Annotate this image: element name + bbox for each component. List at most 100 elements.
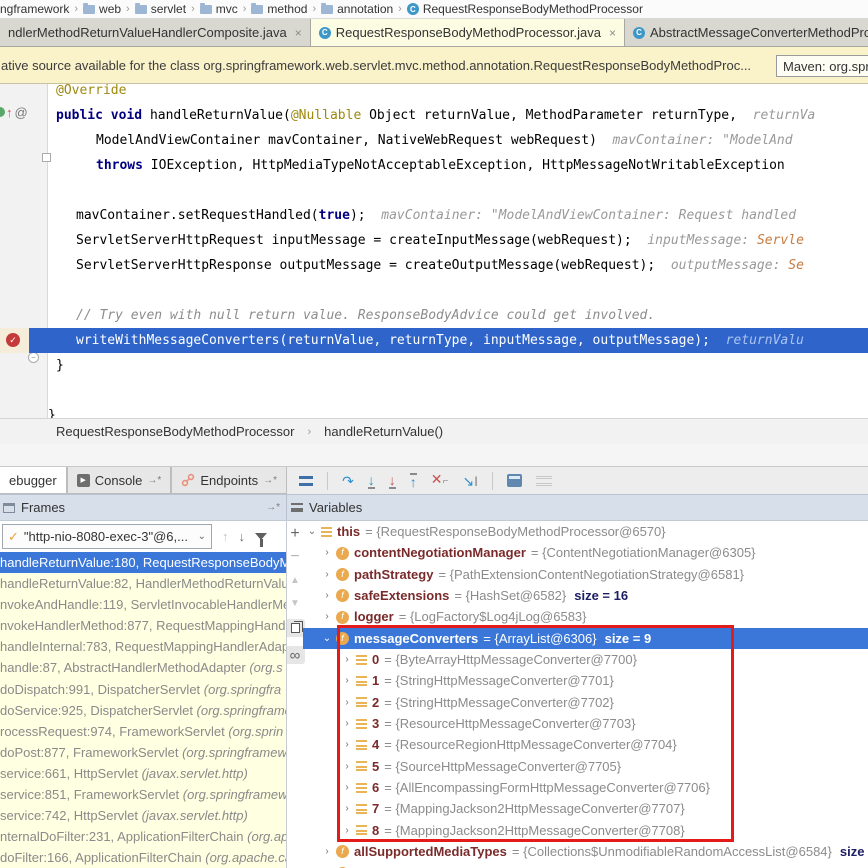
close-icon[interactable]: × [295, 26, 302, 40]
breadcrumb-item-web[interactable]: web [83, 2, 121, 16]
breadcrumb-item-servlet[interactable]: servlet [135, 2, 186, 16]
stack-frame-row[interactable]: doDispatch:991, DispatcherServlet (org.s… [0, 679, 286, 700]
breadcrumb-item-RequestResponseBodyMethodProcessor[interactable]: CRequestResponseBodyMethodProcessor [407, 2, 643, 16]
stack-frame-row[interactable]: service:661, HttpServlet (javax.servlet.… [0, 763, 286, 784]
variable-name: 0 [372, 649, 379, 670]
stack-frame-row[interactable]: nternalDoFilter:231, ApplicationFilterCh… [0, 826, 286, 847]
menu-icon[interactable] [299, 476, 313, 486]
tree-chevron-icon[interactable]: › [320, 841, 334, 862]
variable-row-6[interactable]: ›6= {AllEncompassingFormHttpMessageConve… [303, 777, 868, 798]
tab-debugger[interactable]: ebugger [0, 467, 67, 494]
tab-console[interactable]: ▶Console→* [67, 467, 172, 494]
breadcrumb-method[interactable]: handleReturnValue() [324, 424, 443, 439]
remove-watch-icon[interactable]: − [288, 550, 302, 564]
breadcrumb-item-method[interactable]: method [251, 2, 307, 16]
stack-frame-row[interactable]: service:742, HttpServlet (javax.servlet.… [0, 805, 286, 826]
evaluate-expression-icon[interactable] [507, 474, 522, 487]
frames-icon [3, 503, 15, 513]
stack-frame-row[interactable]: service:851, FrameworkServlet (org.sprin… [0, 784, 286, 805]
tree-chevron-icon[interactable]: › [340, 777, 354, 798]
stack-frame-row[interactable]: nvokeAndHandle:119, ServletInvocableHand… [0, 594, 286, 615]
drop-frame-icon[interactable]: ✕⌐ [431, 472, 449, 489]
variable-row-0[interactable]: ›0= {ByteArrayHttpMessageConverter@7700} [303, 649, 868, 670]
variable-row-1[interactable]: ›1= {StringHttpMessageConverter@7701} [303, 670, 868, 691]
tree-chevron-icon[interactable]: › [340, 820, 354, 841]
tree-chevron-icon[interactable]: › [340, 649, 354, 670]
step-over-icon[interactable]: ↷ [342, 474, 354, 488]
file-tab[interactable]: CAbstractMessageConverterMethodProc [625, 19, 868, 46]
variable-row-advice[interactable]: ›fadvice= {RequestResponseBodyAdviceChai… [303, 863, 868, 868]
code-text: } [56, 358, 64, 373]
stack-frame-row[interactable]: doPost:877, FrameworkServlet (org.spring… [0, 742, 286, 763]
step-out-icon[interactable]: ↑ [410, 473, 417, 489]
stack-frame-row[interactable]: handleInternal:783, RequestMappingHandle… [0, 636, 286, 657]
field-icon: f [336, 632, 349, 645]
breadcrumb-item-mvc[interactable]: mvc [200, 2, 238, 16]
file-tab[interactable]: CRequestResponseBodyMethodProcessor.java… [311, 19, 625, 46]
stack-frame-row[interactable]: handleReturnValue:180, RequestResponseBo… [0, 552, 286, 573]
tree-chevron-icon[interactable]: › [320, 564, 334, 585]
run-to-cursor-icon[interactable]: ↘I [462, 474, 478, 488]
variable-row-contentNegotiationManager[interactable]: ›fcontentNegotiationManager= {ContentNeg… [303, 542, 868, 563]
stack-frame-row[interactable]: doService:925, DispatcherServlet (org.sp… [0, 700, 286, 721]
variable-row-allSupportedMediaTypes[interactable]: ›fallSupportedMediaTypes= {Collections$U… [303, 841, 868, 862]
tree-chevron-icon[interactable]: › [320, 542, 334, 563]
tree-chevron-icon[interactable]: › [320, 863, 334, 868]
thread-dropdown[interactable]: ✓ "http-nio-8080-exec-3"@6,... ⌄ [2, 524, 212, 549]
next-frame-icon[interactable]: ↓ [239, 529, 246, 544]
variable-name: 6 [372, 777, 379, 798]
tree-chevron-icon[interactable]: ⌄ [305, 521, 319, 542]
fold-marker-icon[interactable] [42, 153, 51, 162]
panel-headers: Frames →* Variables [0, 494, 868, 521]
tree-chevron-icon[interactable]: › [340, 798, 354, 819]
stack-frame-row[interactable]: handleReturnValue:82, HandlerMethodRetur… [0, 573, 286, 594]
variable-row-5[interactable]: ›5= {SourceHttpMessageConverter@7705} [303, 756, 868, 777]
code-line: @Override [48, 84, 868, 103]
breakpoint-icon[interactable]: ✓ [6, 333, 20, 347]
tree-chevron-icon[interactable]: › [340, 713, 354, 734]
variable-row-8[interactable]: ›8= {MappingJackson2HttpMessageConverter… [303, 820, 868, 841]
breadcrumb-item-ngframework[interactable]: ngframework [0, 2, 69, 16]
variable-row-2[interactable]: ›2= {StringHttpMessageConverter@7702} [303, 692, 868, 713]
previous-frame-icon[interactable]: ↑ [222, 529, 229, 544]
filter-frames-icon[interactable] [255, 533, 267, 540]
folder-icon [321, 5, 333, 14]
stack-frame-row[interactable]: doFilter:166, ApplicationFilterChain (or… [0, 847, 286, 868]
variable-row-3[interactable]: ›3= {ResourceHttpMessageConverter@7703} [303, 713, 868, 734]
pin-icon[interactable]: →* [266, 502, 280, 513]
breadcrumb-class[interactable]: RequestResponseBodyMethodProcessor [56, 424, 294, 439]
step-into-icon[interactable]: ↓ [368, 473, 375, 489]
variable-row-pathStrategy[interactable]: ›fpathStrategy= {PathExtensionContentNeg… [303, 564, 868, 585]
move-down-icon[interactable]: ▼ [288, 596, 302, 610]
code-editor[interactable]: @Overridepublic void handleReturnValue(@… [0, 84, 868, 418]
variable-row-4[interactable]: ›4= {ResourceRegionHttpMessageConverter@… [303, 734, 868, 755]
variable-row-7[interactable]: ›7= {MappingJackson2HttpMessageConverter… [303, 798, 868, 819]
add-watch-icon[interactable]: + [288, 527, 302, 541]
tree-chevron-icon[interactable]: › [340, 756, 354, 777]
tree-chevron-icon[interactable]: › [320, 606, 334, 627]
tree-chevron-icon[interactable]: › [320, 585, 334, 606]
tree-chevron-icon[interactable]: ⌄ [320, 628, 334, 649]
move-up-icon[interactable]: ▲ [288, 573, 302, 587]
tree-chevron-icon[interactable]: › [340, 670, 354, 691]
file-tab[interactable]: ndlerMethodReturnValueHandlerComposite.j… [0, 19, 311, 46]
override-method-icon[interactable]: ↑@ [0, 104, 28, 120]
stack-frame-row[interactable]: rocessRequest:974, FrameworkServlet (org… [0, 721, 286, 742]
variable-row-this[interactable]: ⌄this= {RequestResponseBodyMethodProcess… [303, 521, 868, 542]
code-text: handleReturnValue( [150, 108, 291, 123]
alternative-source-select[interactable]: Maven: org.spring [776, 55, 868, 77]
close-icon[interactable]: × [609, 26, 616, 40]
stack-frame-row[interactable]: nvokeHandlerMethod:877, RequestMappingHa… [0, 615, 286, 636]
stack-frame-row[interactable]: handle:87, AbstractHandlerMethodAdapter … [0, 657, 286, 678]
frames-panel: ✓ "http-nio-8080-exec-3"@6,... ⌄ ↑ ↓ han… [0, 521, 287, 868]
breadcrumb-item-annotation[interactable]: annotation [321, 2, 393, 16]
tab-endpoints[interactable]: Endpoints→* [171, 467, 287, 494]
tree-chevron-icon[interactable]: › [340, 734, 354, 755]
execution-line: writeWithMessageConverters(returnValue, … [29, 328, 868, 353]
tree-chevron-icon[interactable]: › [340, 692, 354, 713]
variable-row-logger[interactable]: ›flogger= {LogFactory$Log4jLog@6583} [303, 606, 868, 627]
force-step-into-icon[interactable]: ↓ [389, 473, 396, 489]
variable-row-messageConverters[interactable]: ⌄fmessageConverters= {ArrayList@6306}siz… [303, 628, 868, 649]
variable-row-safeExtensions[interactable]: ›fsafeExtensions= {HashSet@6582}size = 1… [303, 585, 868, 606]
fold-circle-icon[interactable]: − [28, 352, 39, 363]
